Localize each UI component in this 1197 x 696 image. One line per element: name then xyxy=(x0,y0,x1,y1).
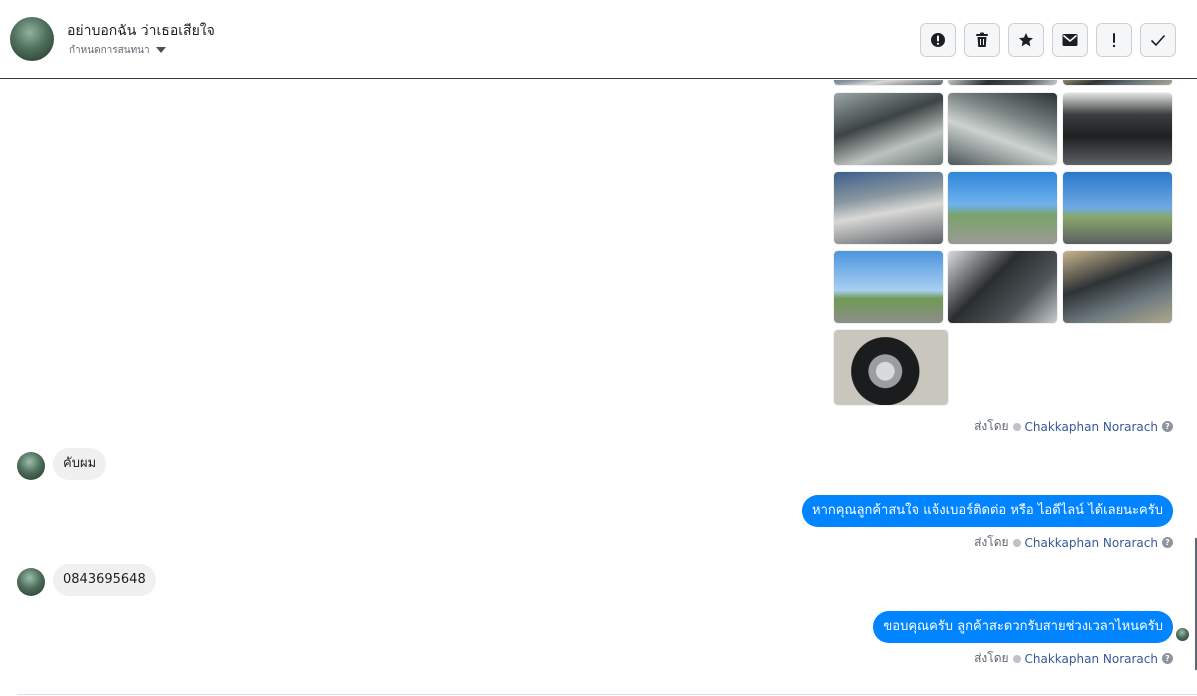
conversation-actions xyxy=(920,23,1176,57)
seen-avatar xyxy=(1176,628,1189,641)
contact-avatar-small[interactable] xyxy=(17,452,45,480)
outgoing-message-bubble[interactable]: ขอบคุณครับ ลูกค้าสะดวกรับสายช่วงเวลาไหนค… xyxy=(873,611,1173,643)
contact-name[interactable]: อย่าบอกฉัน ว่าเธอเสียใจ xyxy=(67,20,215,42)
assign-conversation-dropdown[interactable]: กำหนดการสนทนา xyxy=(69,43,166,58)
photo-thumbnail[interactable] xyxy=(948,80,1057,85)
conversation-header: อย่าบอกฉัน ว่าเธอเสียใจ กำหนดการสนทนา xyxy=(0,0,1197,79)
help-icon[interactable]: ? xyxy=(1162,421,1173,432)
incoming-message-bubble[interactable]: คับผม xyxy=(53,448,107,480)
photo-thumbnail[interactable] xyxy=(1063,172,1172,244)
mark-unread-button[interactable] xyxy=(1052,23,1088,57)
caret-down-icon xyxy=(155,47,166,53)
sent-by-line: ส่งโดย Chakkaphan Norarach ? xyxy=(974,533,1173,552)
sent-by-prefix: ส่งโดย xyxy=(974,419,1009,433)
verified-dot-icon xyxy=(1012,538,1021,547)
delete-button[interactable] xyxy=(964,23,1000,57)
mark-done-button[interactable] xyxy=(1140,23,1176,57)
photo-thumbnail[interactable] xyxy=(948,251,1057,323)
star-icon xyxy=(1019,33,1033,47)
message-thread: ส่งโดย Chakkaphan Norarach ? คับผม หากคุ… xyxy=(0,80,1197,696)
alert-circle-icon xyxy=(931,33,945,47)
divider xyxy=(17,694,1197,695)
contact-avatar-small[interactable] xyxy=(17,568,45,596)
spam-button[interactable] xyxy=(920,23,956,57)
sent-by-line: ส่งโดย Chakkaphan Norarach ? xyxy=(974,417,1173,436)
photo-thumbnail[interactable] xyxy=(834,172,943,244)
exclamation-icon xyxy=(1112,33,1116,48)
photo-thumbnail[interactable] xyxy=(948,172,1057,244)
photo-thumbnail[interactable] xyxy=(834,80,943,85)
contact-avatar[interactable] xyxy=(10,17,54,61)
help-icon[interactable]: ? xyxy=(1162,653,1173,664)
photo-thumbnail[interactable] xyxy=(1063,251,1172,323)
photo-thumbnail[interactable] xyxy=(834,330,948,405)
photo-thumbnail[interactable] xyxy=(1063,93,1172,165)
trash-icon xyxy=(976,32,988,47)
verified-dot-icon xyxy=(1012,654,1021,663)
check-icon xyxy=(1150,34,1166,47)
follow-up-button[interactable] xyxy=(1096,23,1132,57)
help-icon[interactable]: ? xyxy=(1162,537,1173,548)
photo-thumbnail[interactable] xyxy=(834,93,943,165)
photo-thumbnail[interactable] xyxy=(1063,80,1172,85)
assign-label: กำหนดการสนทนา xyxy=(69,45,150,56)
photo-thumbnail[interactable] xyxy=(948,93,1057,165)
sent-by-prefix: ส่งโดย xyxy=(974,651,1009,665)
star-button[interactable] xyxy=(1008,23,1044,57)
verified-dot-icon xyxy=(1012,422,1021,431)
sender-name-link[interactable]: Chakkaphan Norarach xyxy=(1025,420,1158,434)
envelope-icon xyxy=(1062,34,1078,46)
incoming-message-bubble[interactable]: 0843695648 xyxy=(53,564,156,596)
sent-by-prefix: ส่งโดย xyxy=(974,535,1009,549)
sender-name-link[interactable]: Chakkaphan Norarach xyxy=(1025,652,1158,666)
photo-thumbnail[interactable] xyxy=(834,251,943,323)
outgoing-message-bubble[interactable]: หากคุณลูกค้าสนใจ แจ้งเบอร์ติดต่อ หรือ ไอ… xyxy=(802,495,1173,527)
sent-by-line: ส่งโดย Chakkaphan Norarach ? xyxy=(974,649,1173,668)
sender-name-link[interactable]: Chakkaphan Norarach xyxy=(1025,536,1158,550)
